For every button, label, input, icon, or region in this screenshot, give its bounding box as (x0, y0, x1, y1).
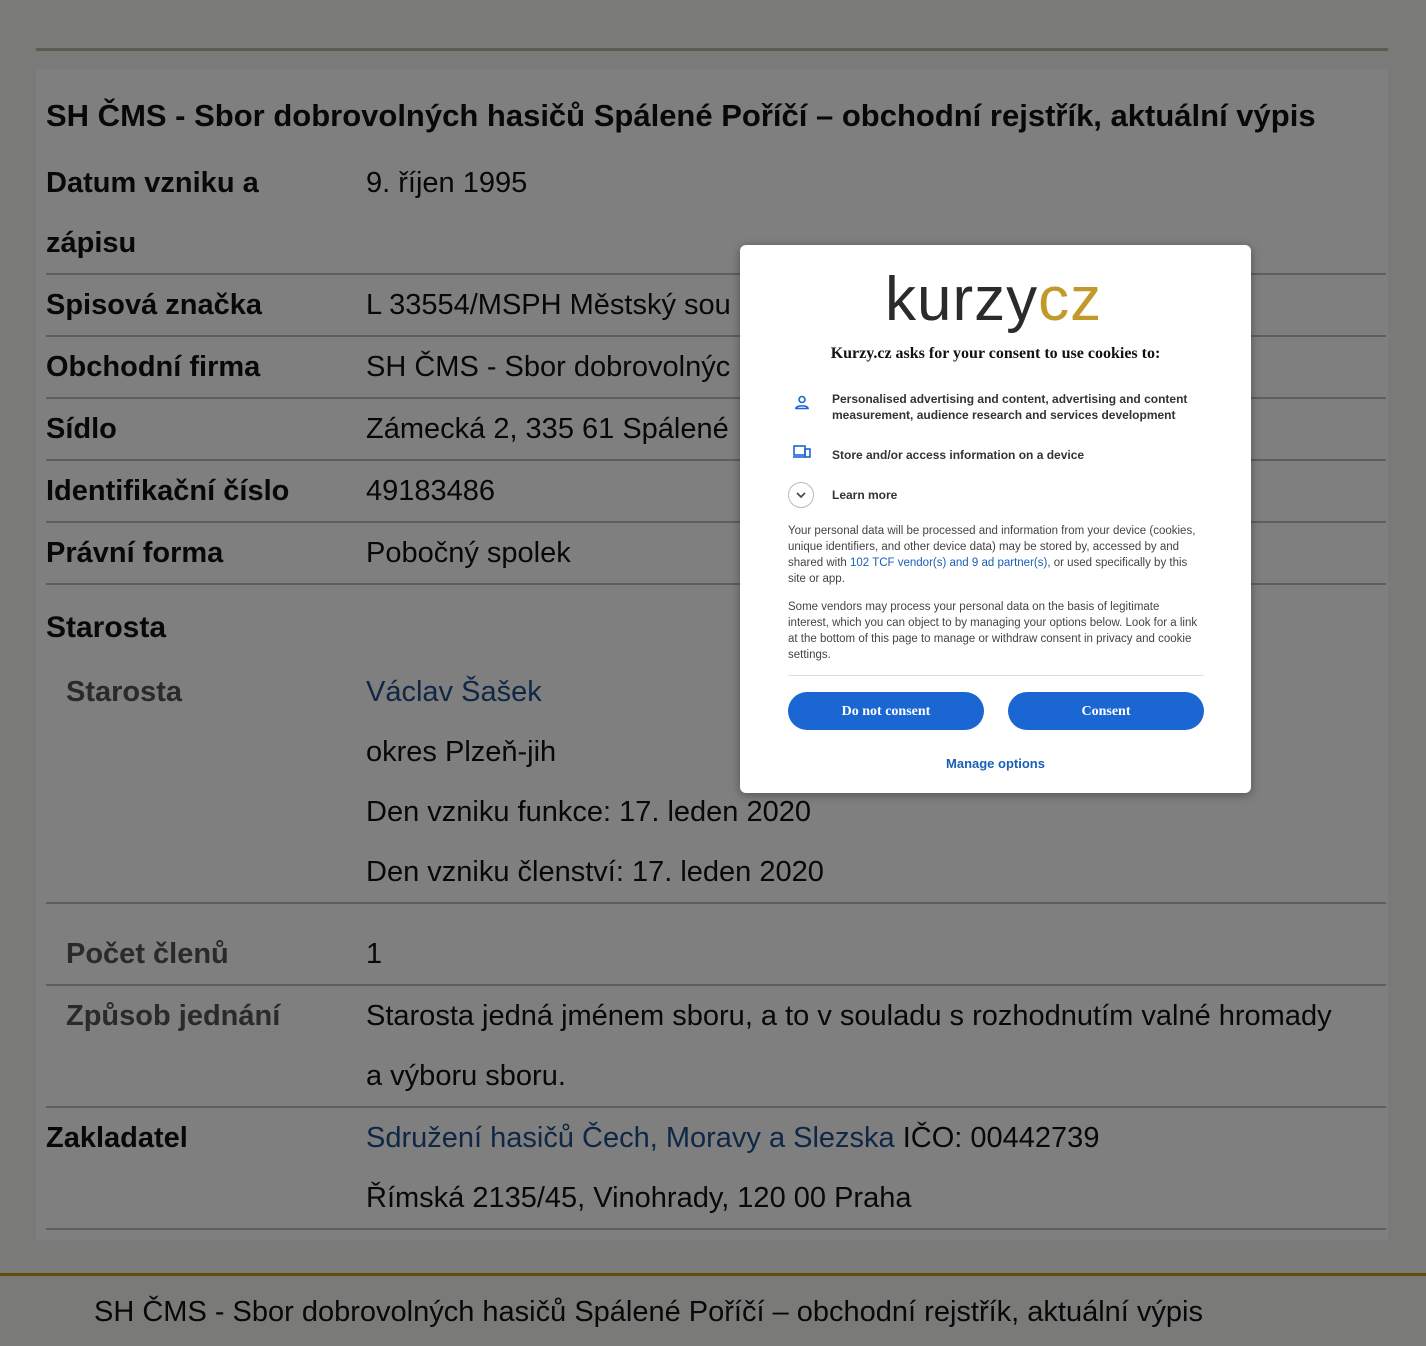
purpose-store-access: Store and/or access information on a dev… (832, 448, 1085, 462)
manage-options-link[interactable]: Manage options (740, 756, 1251, 771)
purpose-personalised-ads: Personalised advertising and content, ad… (832, 392, 1188, 422)
vendors-link[interactable]: 102 TCF vendor(s) and 9 ad partner(s) (850, 557, 1047, 569)
kurzy-logo: kurzycz (885, 265, 1102, 335)
logo-text-kurzy: kurzy (885, 265, 1039, 334)
learn-more-label[interactable]: Learn more (832, 487, 1202, 503)
consent-heading: Kurzy.cz asks for your consent to use co… (830, 345, 1161, 362)
logo-text-cz: cz (1038, 265, 1103, 334)
chevron-down-icon (796, 492, 806, 499)
do-not-consent-button[interactable]: Do not consent (788, 692, 984, 730)
consent-divider (788, 675, 1204, 676)
learn-more-toggle[interactable] (788, 482, 814, 508)
consent-paragraph-2: Some vendors may process your personal d… (788, 601, 1198, 661)
person-icon (795, 395, 809, 410)
device-icon (793, 445, 811, 458)
consent-button[interactable]: Consent (1008, 692, 1204, 730)
consent-dialog: kurzycz Kurzy.cz asks for your consent t… (740, 245, 1251, 793)
consent-paragraph-1: Your personal data will be processed and… (788, 523, 1200, 587)
